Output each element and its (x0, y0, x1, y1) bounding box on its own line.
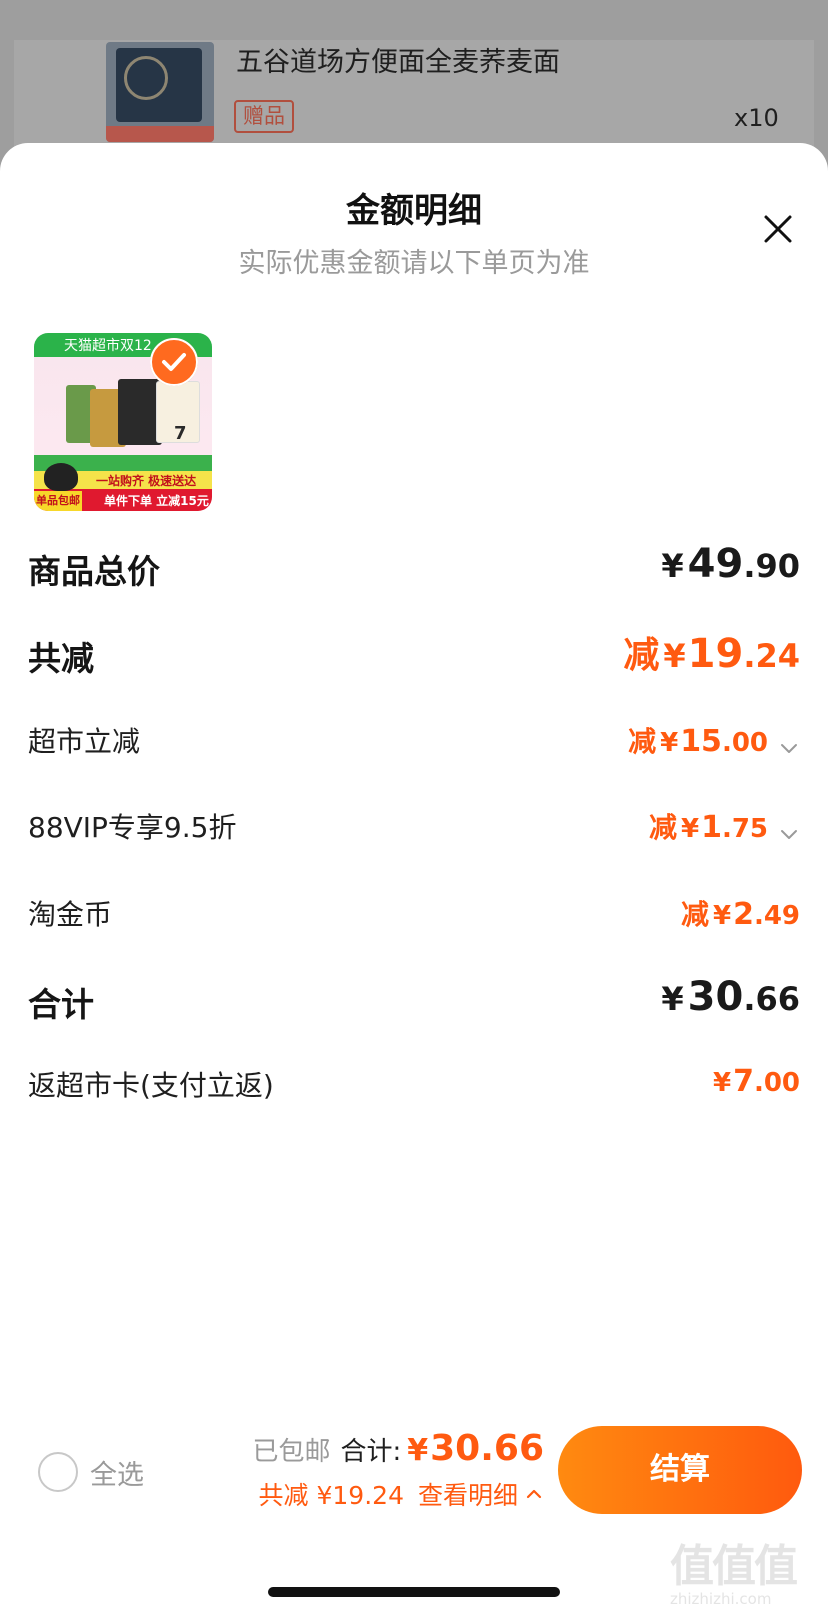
chevron-up-icon (526, 1489, 542, 1499)
chevron-down-icon[interactable] (778, 732, 800, 754)
bottom-discount-summary: 共减 ¥19.24 查看明细 (259, 1476, 544, 1512)
view-detail-link[interactable]: 查看明细 (418, 1476, 544, 1512)
card-cashback-label: 返超市卡(支付立返) (28, 1069, 274, 1102)
amount-decimal: .24 (743, 637, 800, 675)
card-cashback-value: ¥7.00 (713, 1064, 800, 1099)
total-discount-value: 减 ¥19.24 (623, 626, 800, 678)
discount-prefix: 减 (648, 811, 677, 844)
goods-total-value: ¥49.90 (661, 541, 800, 587)
currency-symbol: ¥ (660, 728, 679, 758)
bottom-total-value: ¥30.66 (407, 1428, 544, 1469)
view-detail-label: 查看明细 (417, 1481, 518, 1510)
product-image-corner-badge: 单品包邮 (34, 491, 82, 511)
bottom-total-label: 合计: (340, 1437, 402, 1467)
sheet-title: 金额明细 (346, 191, 482, 231)
currency-symbol: ¥ (680, 814, 700, 844)
product-image-banner-text: 天猫超市双12 (64, 338, 152, 354)
background-product-title: 五谷道场方便面全麦荞麦面 (236, 47, 560, 78)
amount-decimal: .49 (753, 901, 800, 931)
tmall-cat-icon (44, 463, 78, 491)
amount-integer: 30 (687, 974, 744, 1020)
currency-symbol: ¥ (663, 637, 686, 675)
total-discount-row: 共减 减 ¥19.24 (28, 631, 800, 688)
subtotal-value: ¥30.66 (661, 974, 800, 1020)
close-icon (764, 215, 792, 243)
total-discount-label: 共减 (28, 639, 94, 678)
card-cashback-row: 返超市卡(支付立返) ¥7.00 (28, 1064, 800, 1120)
amount-integer: 19 (687, 631, 744, 677)
chevron-down-icon[interactable] (778, 818, 800, 840)
amount-integer: 2 (733, 897, 754, 932)
watermark-glyphs: 值值值 (670, 1541, 798, 1592)
discount-prefix: 减 (628, 725, 657, 758)
bottom-total-summary: 已包邮 合计: ¥30.66 (252, 1428, 544, 1469)
discount-prefix: 减 (623, 635, 660, 676)
coins-discount-row: 淘金币 减 ¥2.49 (28, 893, 800, 949)
product-image-promo-text: 单件下单 立减15元 (104, 494, 209, 508)
select-all-label: 全选 (90, 1459, 144, 1491)
supermarket-discount-row[interactable]: 超市立减 减 ¥15.00 (28, 720, 800, 776)
coins-discount-value: 减 ¥2.49 (681, 893, 800, 933)
vip-discount-label: 88VIP专享9.5折 (28, 811, 237, 844)
background-image-strip (106, 126, 214, 142)
currency-symbol: ¥ (712, 901, 732, 931)
amount-decimal: .66 (743, 980, 800, 1018)
currency-symbol: ¥ (661, 547, 684, 585)
amount-integer: 7 (733, 1064, 754, 1099)
background-package-graphic (116, 48, 202, 122)
currency-symbol: ¥ (712, 1068, 732, 1098)
bottom-saved-text: 共减 ¥19.24 (258, 1481, 404, 1510)
select-all-radio[interactable] (38, 1452, 78, 1492)
background-quantity: x10 (734, 104, 779, 132)
close-button[interactable] (756, 207, 800, 251)
site-watermark: 值值值 zhizhizhi.com (670, 1530, 820, 1610)
amount-decimal: .90 (743, 547, 800, 585)
background-product-image (106, 42, 214, 142)
vip-discount-value: 减 ¥1.75 (649, 806, 800, 846)
goods-total-label: 商品总价 (28, 552, 160, 591)
amount-detail-sheet: 金额明细 实际优惠金额请以下单页为准 天猫超市双12 7 一站购齐 极速送达 单… (0, 143, 828, 1613)
background-gift-tag: 赠品 (234, 100, 294, 133)
sheet-subtitle: 实际优惠金额请以下单页为准 (238, 248, 590, 279)
currency-symbol: ¥ (661, 980, 684, 1018)
currency-symbol: ¥ (407, 1433, 429, 1468)
selected-check-icon[interactable] (150, 338, 198, 386)
discount-prefix: 减 (680, 898, 709, 931)
subtotal-label: 合计 (28, 985, 94, 1024)
vip-discount-row[interactable]: 88VIP专享9.5折 减 ¥1.75 (28, 806, 800, 862)
supermarket-discount-value: 减 ¥15.00 (628, 720, 800, 760)
amount-integer: 49 (687, 541, 744, 587)
coins-discount-label: 淘金币 (28, 898, 113, 931)
select-all-toggle[interactable]: 全选 (38, 1452, 144, 1492)
bottom-total-amount: 30.66 (430, 1428, 544, 1469)
watermark-url: zhizhizhi.com (670, 1590, 772, 1608)
product-image-count: 7 (174, 423, 187, 444)
free-shipping-label: 已包邮 (252, 1437, 331, 1467)
amount-integer: 1 (701, 810, 722, 845)
amount-decimal: .00 (753, 1068, 800, 1098)
amount-decimal: .75 (721, 814, 768, 844)
amount-decimal: .00 (721, 728, 768, 758)
product-image-ribbon-text: 一站购齐 极速送达 (96, 474, 197, 488)
home-indicator[interactable] (268, 1587, 560, 1597)
subtotal-row: 合计 ¥30.66 (28, 974, 800, 1034)
goods-total-row: 商品总价 ¥49.90 (28, 541, 800, 601)
checkout-button[interactable]: 结算 (558, 1426, 802, 1514)
amount-integer: 15 (680, 724, 722, 759)
supermarket-discount-label: 超市立减 (28, 725, 141, 758)
